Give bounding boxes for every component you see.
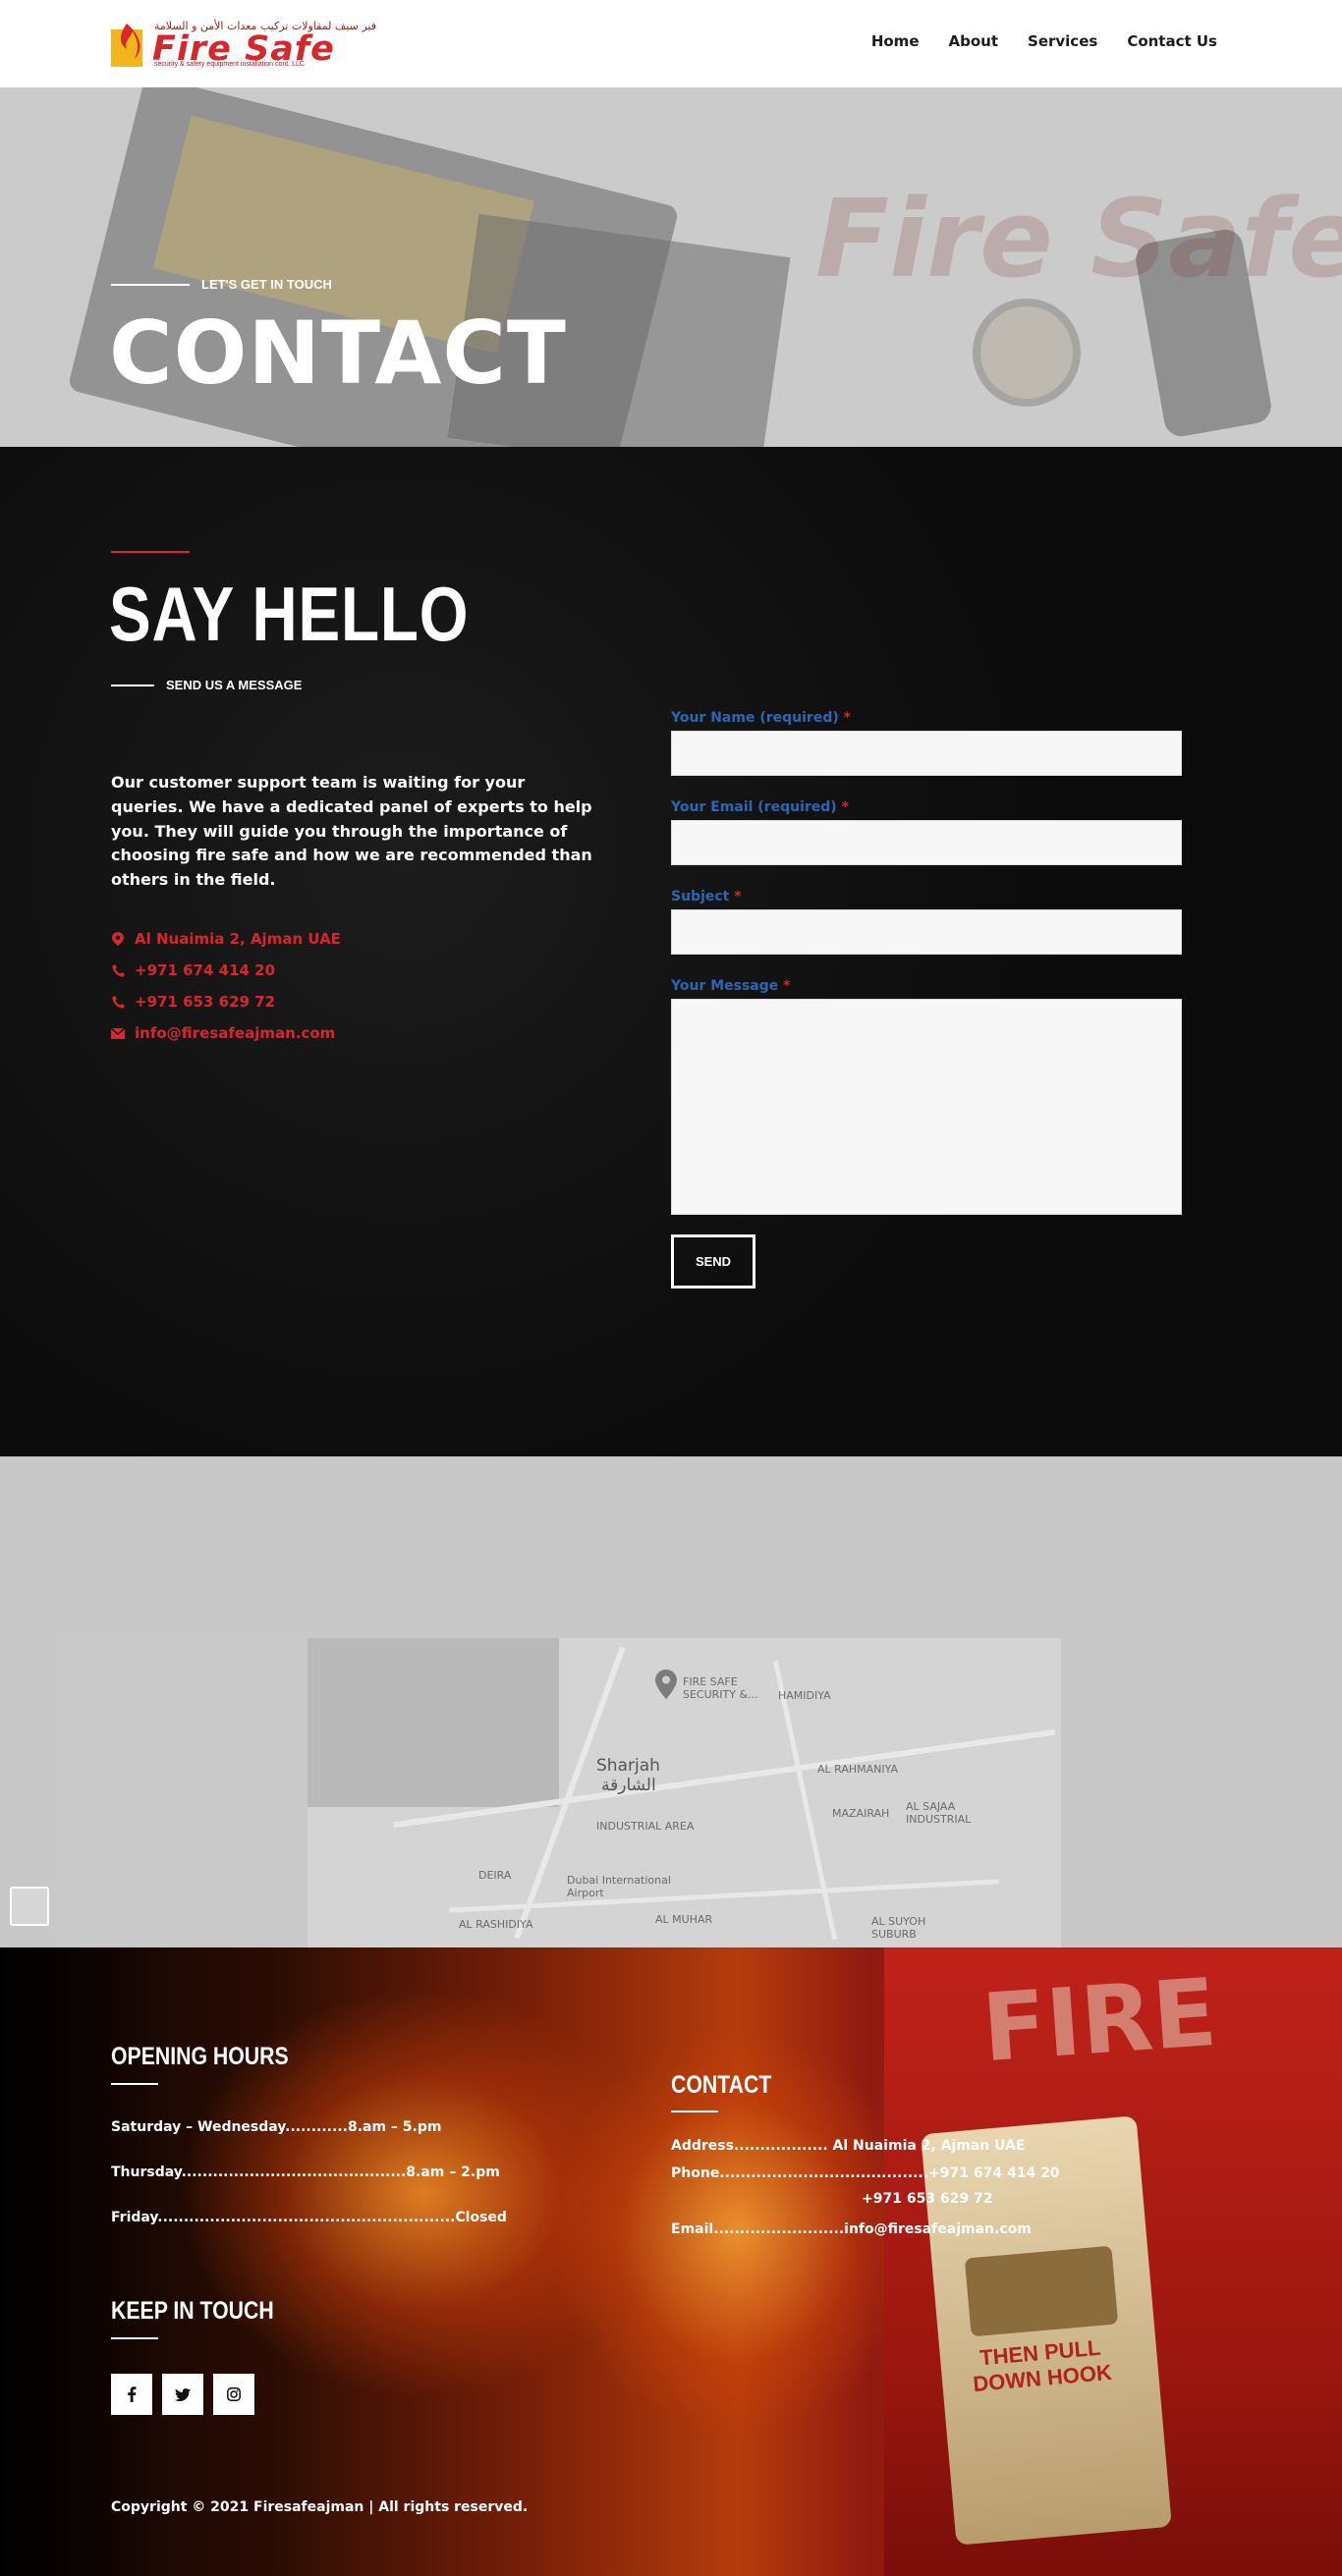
- info-phone-2: +971 653 629 72: [111, 986, 341, 1017]
- alarm-fire-text: FIRE: [979, 1958, 1220, 2084]
- map-sea-area: [56, 1638, 308, 1947]
- footer-phone[interactable]: Phone...................................…: [671, 2165, 1060, 2181]
- nav-about[interactable]: About: [949, 32, 999, 50]
- info-email-text[interactable]: info@firesafeajman.com: [135, 1024, 335, 1042]
- site-logo[interactable]: فير سيف لمقاولات تركيب معدات الأمن و الس…: [111, 16, 376, 71]
- flame-logo-icon: [111, 24, 142, 67]
- instagram-icon: [227, 2387, 241, 2401]
- map-marker-icon: [111, 932, 125, 946]
- envelope-icon: [111, 1026, 125, 1040]
- hero-watermark-logo: Fire Safe: [815, 176, 1342, 301]
- footer-email[interactable]: Email.........................info@fires…: [671, 2221, 1032, 2237]
- info-phone-1-text[interactable]: +971 674 414 20: [135, 961, 275, 979]
- social-links: [111, 2374, 254, 2415]
- email-label: Your Email (required) *: [671, 799, 849, 815]
- hero-eyebrow: LET'S GET IN TOUCH: [111, 277, 332, 292]
- contact-title: CONTACT: [671, 2071, 772, 2099]
- map-label: AL SAJAA INDUSTRIAL: [906, 1800, 972, 1826]
- phone-icon: [111, 963, 125, 977]
- map-label: AL RAHMANIYA: [817, 1763, 899, 1776]
- twitter-button[interactable]: [162, 2374, 203, 2415]
- contact-info-list: Al Nuaimia 2, Ajman UAE +971 674 414 20 …: [111, 923, 341, 1049]
- instagram-button[interactable]: [213, 2374, 254, 2415]
- map-road: [772, 1660, 838, 1941]
- name-field[interactable]: [671, 731, 1182, 776]
- main-menu: Home About Services Contact Us: [871, 32, 1217, 50]
- info-phone-1: +971 674 414 20: [111, 955, 341, 986]
- hero-eyebrow-text: LET'S GET IN TOUCH: [201, 277, 332, 292]
- contact-form: Your Name (required) * Your Email (requi…: [671, 710, 1182, 1288]
- info-address-text: Al Nuaimia 2, Ajman UAE: [135, 930, 341, 948]
- map-label-sharjah: Sharjah: [596, 1756, 660, 1776]
- map-label: Dubai International Airport: [567, 1874, 671, 1899]
- contact-section: SAY HELLO SEND US A MESSAGE Our customer…: [0, 447, 1342, 1456]
- heading-underline: [671, 2110, 718, 2112]
- twitter-icon: [175, 2387, 191, 2401]
- map-pin-label: FIRE SAFE SECURITY &...: [683, 1675, 758, 1701]
- hours-row: Friday..................................…: [111, 2210, 507, 2225]
- intro-paragraph: Our customer support team is waiting for…: [111, 773, 592, 890]
- map-water-area: [308, 1638, 559, 1807]
- hero-title: CONTACT: [109, 302, 567, 404]
- map-label: MAZAIRAH: [832, 1807, 890, 1820]
- copyright-text: Copyright © 2021 Firesafeajman | All rig…: [111, 2499, 529, 2515]
- footer: FIRE THEN PULL DOWN HOOK OPENING HOURS S…: [0, 1947, 1342, 2576]
- subtitle-line: [111, 684, 154, 686]
- info-email: info@firesafeajman.com: [111, 1017, 341, 1049]
- send-button[interactable]: SEND: [671, 1234, 755, 1288]
- subject-label: Subject *: [671, 889, 742, 904]
- map-toggle-button[interactable]: [10, 1887, 49, 1926]
- nav-home[interactable]: Home: [871, 32, 920, 50]
- hero-banner: Fire Safe LET'S GET IN TOUCH CONTACT: [0, 87, 1342, 447]
- map-label: HAMIDIYA: [778, 1689, 831, 1702]
- section-subtitle-text: SEND US A MESSAGE: [166, 678, 303, 692]
- map-label: INDUSTRIAL AREA: [596, 1820, 695, 1833]
- hours-row: Saturday – Wednesday............8.am – 5…: [111, 2119, 442, 2135]
- footer-address: Address.................. Al Nuaimia 2, …: [671, 2138, 1026, 2154]
- nav-services[interactable]: Services: [1028, 32, 1097, 50]
- phone-icon: [111, 995, 125, 1009]
- top-nav: فير سيف لمقاولات تركيب معدات الأمن و الس…: [0, 0, 1342, 87]
- logo-tagline: security & safety equipment installation…: [154, 61, 305, 68]
- name-label: Your Name (required) *: [671, 710, 851, 726]
- message-textarea[interactable]: [671, 999, 1182, 1215]
- facebook-button[interactable]: [111, 2374, 152, 2415]
- info-phone-2-text[interactable]: +971 653 629 72: [135, 993, 275, 1011]
- email-field[interactable]: [671, 820, 1182, 865]
- map-pin-icon[interactable]: [655, 1670, 677, 1699]
- alarm-handle: [964, 2245, 1119, 2337]
- heading-underline: [111, 2337, 158, 2339]
- facebook-icon: [128, 2386, 137, 2402]
- section-accent-line: [111, 551, 190, 553]
- footer-phone-2[interactable]: +971 653 629 72: [862, 2191, 993, 2207]
- section-subtitle: SEND US A MESSAGE: [111, 678, 302, 692]
- map-label: AL RASHIDIYA: [459, 1918, 533, 1931]
- message-label: Your Message *: [671, 978, 791, 994]
- eyebrow-line: [111, 283, 190, 286]
- map-label: DEIRA: [478, 1869, 512, 1882]
- nav-contact-us[interactable]: Contact Us: [1127, 32, 1217, 50]
- footer-shade: [0, 1947, 177, 2576]
- info-address: Al Nuaimia 2, Ajman UAE: [111, 923, 341, 955]
- map-label-sharjah-ar: الشارقة: [601, 1776, 656, 1795]
- map-label: AL SUYOH SUBURB: [871, 1915, 926, 1941]
- subject-field[interactable]: [671, 909, 1182, 955]
- map-section: FIRE SAFE SECURITY &... Sharjah الشارقة …: [0, 1456, 1342, 1947]
- opening-hours-title: OPENING HOURS: [111, 2043, 289, 2070]
- embedded-map[interactable]: FIRE SAFE SECURITY &... Sharjah الشارقة …: [56, 1638, 1061, 1947]
- keep-in-touch-title: KEEP IN TOUCH: [111, 2297, 274, 2325]
- section-title: SAY HELLO: [109, 571, 470, 657]
- hours-row: Thursday................................…: [111, 2165, 500, 2180]
- heading-underline: [111, 2083, 158, 2085]
- map-label: AL MUHAR: [655, 1913, 713, 1926]
